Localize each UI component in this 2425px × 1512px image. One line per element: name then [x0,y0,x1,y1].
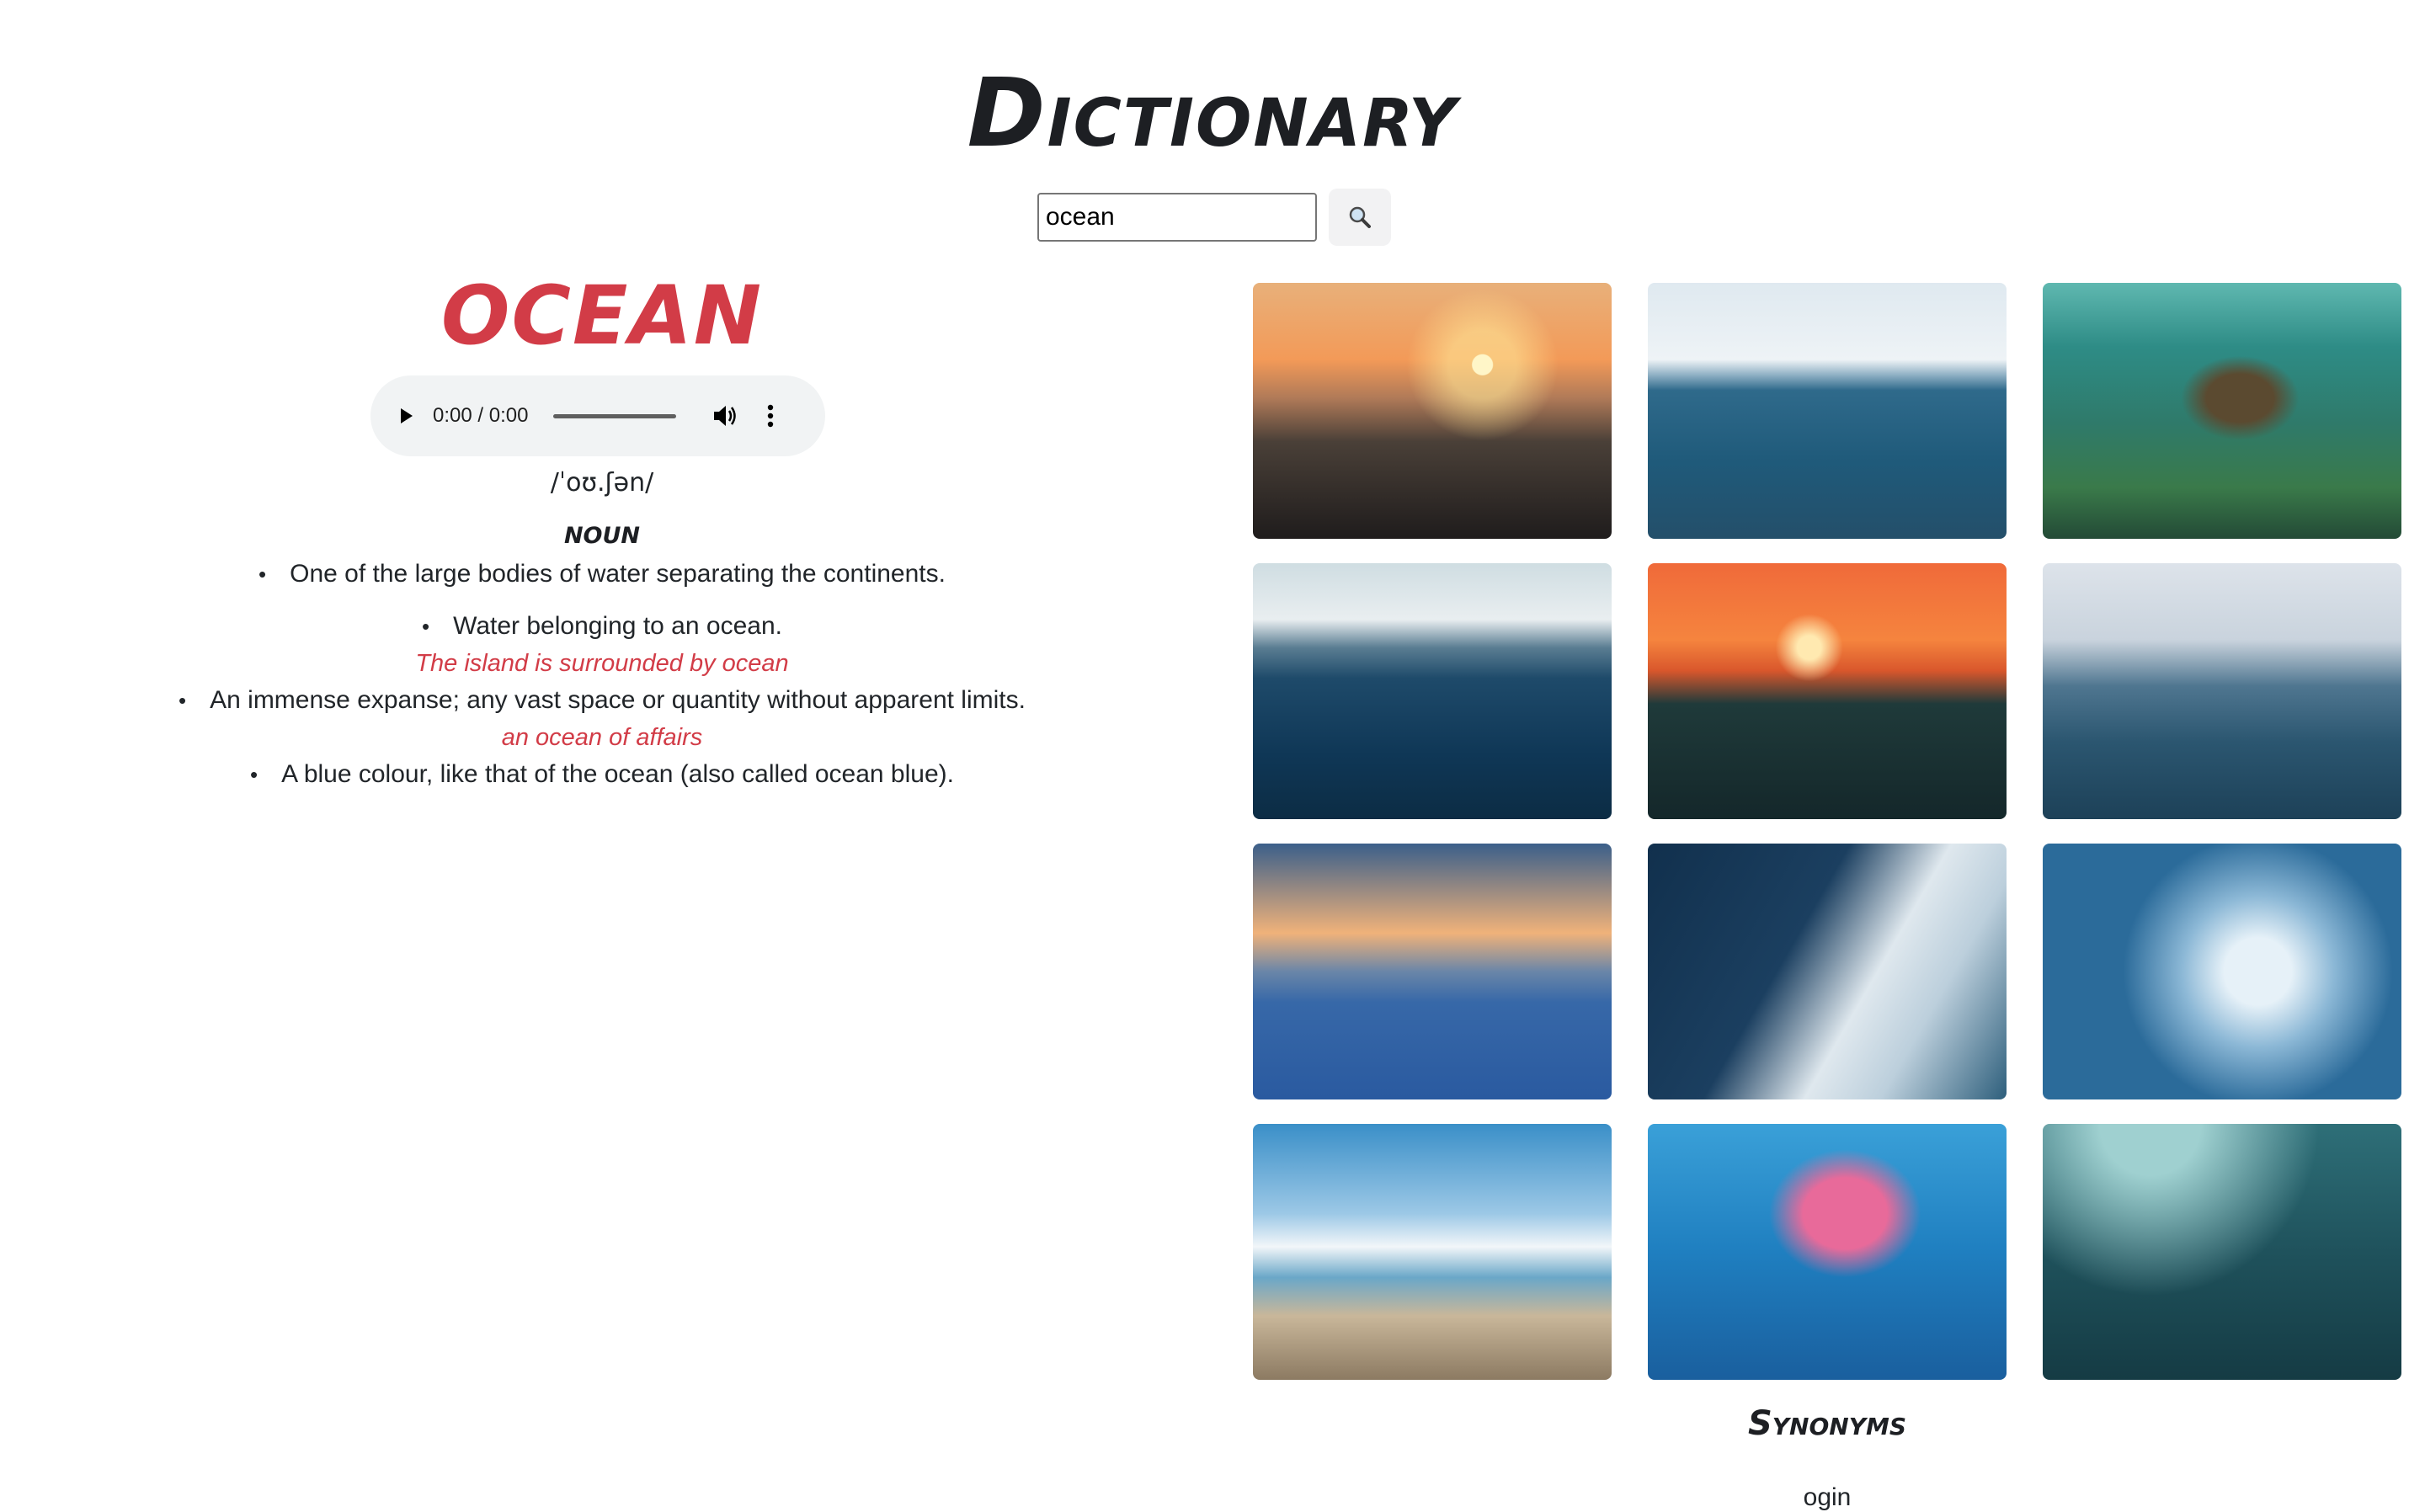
definition-item: • Water belonging to an ocean. [0,608,1204,645]
bullet-icon: • [250,762,258,787]
photo-calm-water [2043,563,2401,819]
synonyms-heading: Synonyms [1747,1404,1907,1443]
part-of-speech: noun [563,514,641,551]
definition-example: The island is surrounded by ocean [415,650,789,677]
search-form [1037,187,1391,248]
audio-time: 0:00 / 0:00 [433,404,529,427]
photo-jellyfish [1648,1124,2007,1380]
definition-item: • A blue colour, like that of the ocean (… [0,756,1204,793]
photo-cloudy-horizon [1253,844,1612,1099]
photo-sea-turtle [2043,283,2401,539]
search-icon [1349,206,1371,228]
play-icon[interactable] [396,406,416,426]
search-button[interactable] [1329,189,1391,246]
definition-text: A blue colour, like that of the ocean (a… [281,760,954,788]
definition-text: One of the large bodies of water separat… [290,560,946,588]
photo-orange-sunset [1648,563,2007,819]
phonetic: /ˈoʊ.ʃən/ [550,468,654,498]
photo-underwater-light [2043,1124,2401,1380]
audio-progress-track[interactable] [553,413,677,418]
app-title: Dictionary [967,59,1458,168]
bullet-icon: • [258,562,267,587]
definition-item: • An immense expanse; any vast space or q… [0,682,1204,719]
photo-sunset-waves [1253,283,1612,539]
synonym-item: ogin [1803,1483,1852,1511]
definition-text: An immense expanse; any vast space or qu… [210,686,1026,714]
definitions-list: • One of the large bodies of water separa… [0,556,1204,793]
word-panel: ocean 0:00 / 0:00 /ˈoʊ.ʃən/ noun • One of… [0,269,1204,788]
definition-item: • One of the large bodies of water separa… [0,556,1204,593]
photo-rough-sea [1253,563,1612,819]
bullet-icon: • [179,688,187,713]
volume-icon[interactable] [712,403,738,429]
photo-open-sea [1648,283,2007,539]
photo-tropical-beach [1253,1124,1612,1380]
photo-breaking-wave [1648,844,2007,1099]
definition-example: an ocean of affairs [501,724,703,751]
bullet-icon: • [422,614,430,639]
definition-text: Water belonging to an ocean. [453,612,782,640]
photo-white-foam [2043,844,2401,1099]
search-input[interactable] [1037,193,1317,242]
word-heading: ocean [440,269,764,363]
audio-player[interactable]: 0:00 / 0:00 [370,375,825,456]
more-options-icon[interactable] [767,404,774,428]
